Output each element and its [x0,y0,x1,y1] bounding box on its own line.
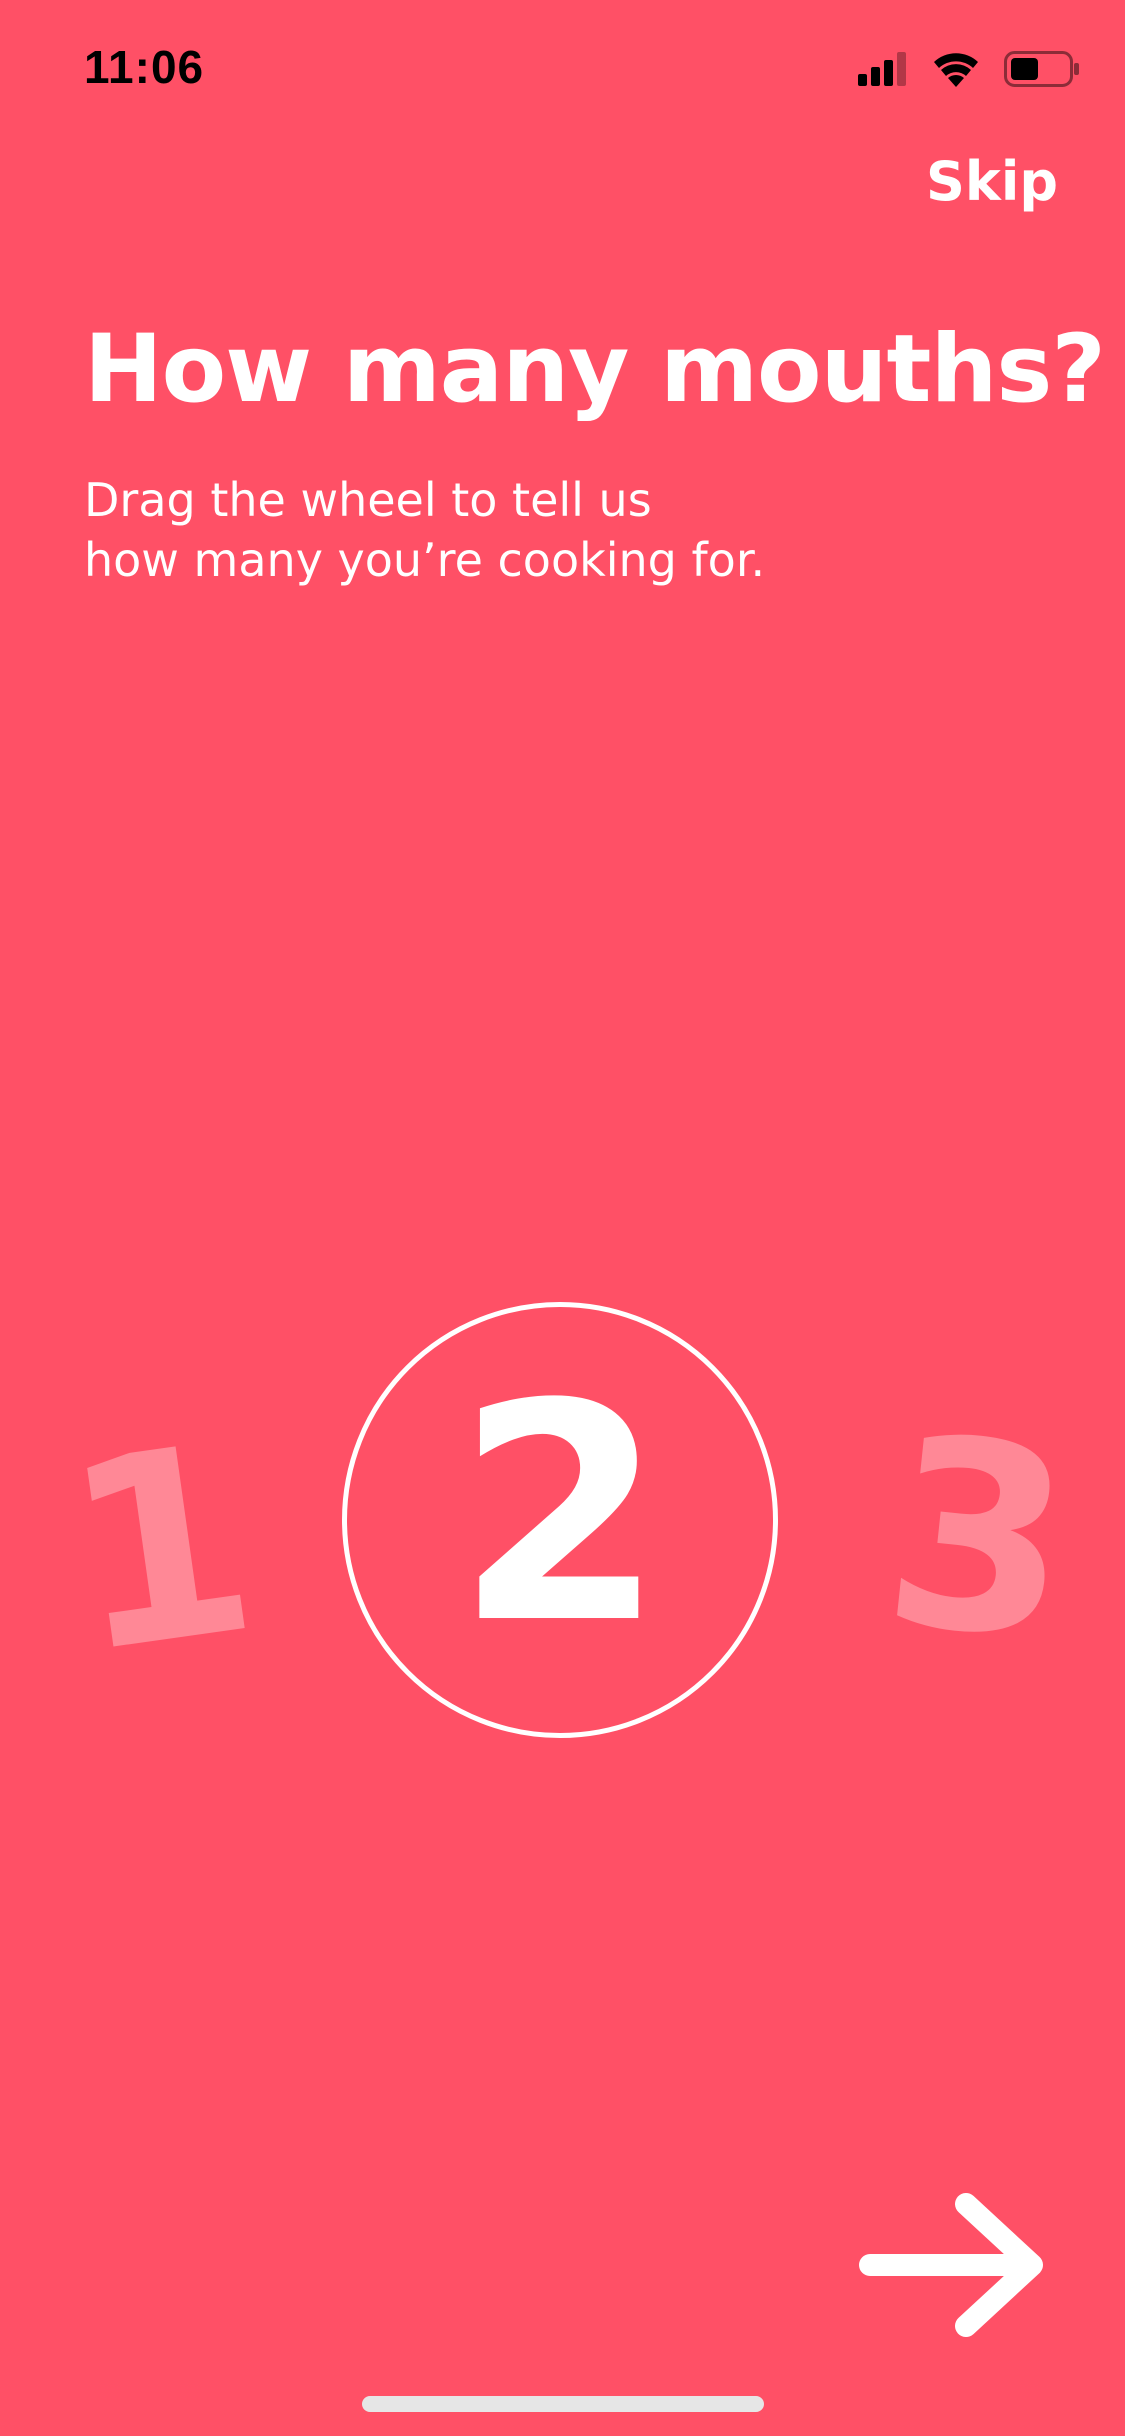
wifi-icon [932,51,980,87]
wheel-selected-value: 2 [455,1340,665,1689]
battery-icon [1004,51,1080,87]
status-bar: 11:06 [0,0,1125,135]
home-indicator [362,2396,764,2412]
page-title: How many mouths? [84,315,1106,424]
cellular-signal-icon [858,52,908,86]
skip-button[interactable]: Skip [926,150,1058,213]
status-icons [858,46,1080,92]
next-button[interactable] [856,2190,1052,2340]
wheel-option-next[interactable]: 3 [873,1380,1084,1699]
status-time: 11:06 [84,41,205,93]
arrow-right-icon [859,2193,1043,2337]
wheel-selected-ring[interactable]: 2 [342,1302,778,1738]
page-subtitle: Drag the wheel to tell us how many you’r… [84,470,765,590]
subtitle-line: Drag the wheel to tell us [84,473,652,527]
servings-wheel[interactable]: 1 2 3 [0,1280,1125,1780]
subtitle-line: how many you’re cooking for. [84,533,766,587]
wheel-option-previous[interactable]: 1 [50,1388,271,1712]
